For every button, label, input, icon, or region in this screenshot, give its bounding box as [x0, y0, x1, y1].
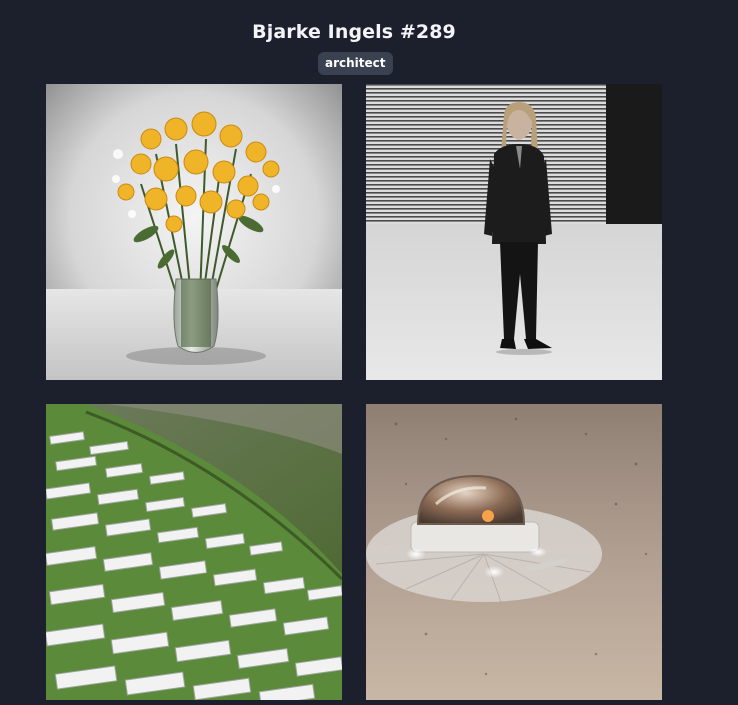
tag-badge[interactable]: architect [318, 52, 393, 75]
image-tile-flowers[interactable] [46, 84, 342, 380]
page-title: Bjarke Ingels #289 [252, 21, 456, 43]
image-grid [46, 84, 662, 700]
aerial-buildings-image [46, 404, 342, 700]
portrait-image [366, 84, 662, 380]
desert-dome-image [366, 404, 662, 700]
image-tile-aerial[interactable] [46, 404, 342, 700]
flower-vase-image [46, 84, 342, 380]
image-tile-dome[interactable] [366, 404, 662, 700]
page: Bjarke Ingels #289 architect [0, 0, 738, 705]
image-tile-portrait[interactable] [366, 84, 662, 380]
